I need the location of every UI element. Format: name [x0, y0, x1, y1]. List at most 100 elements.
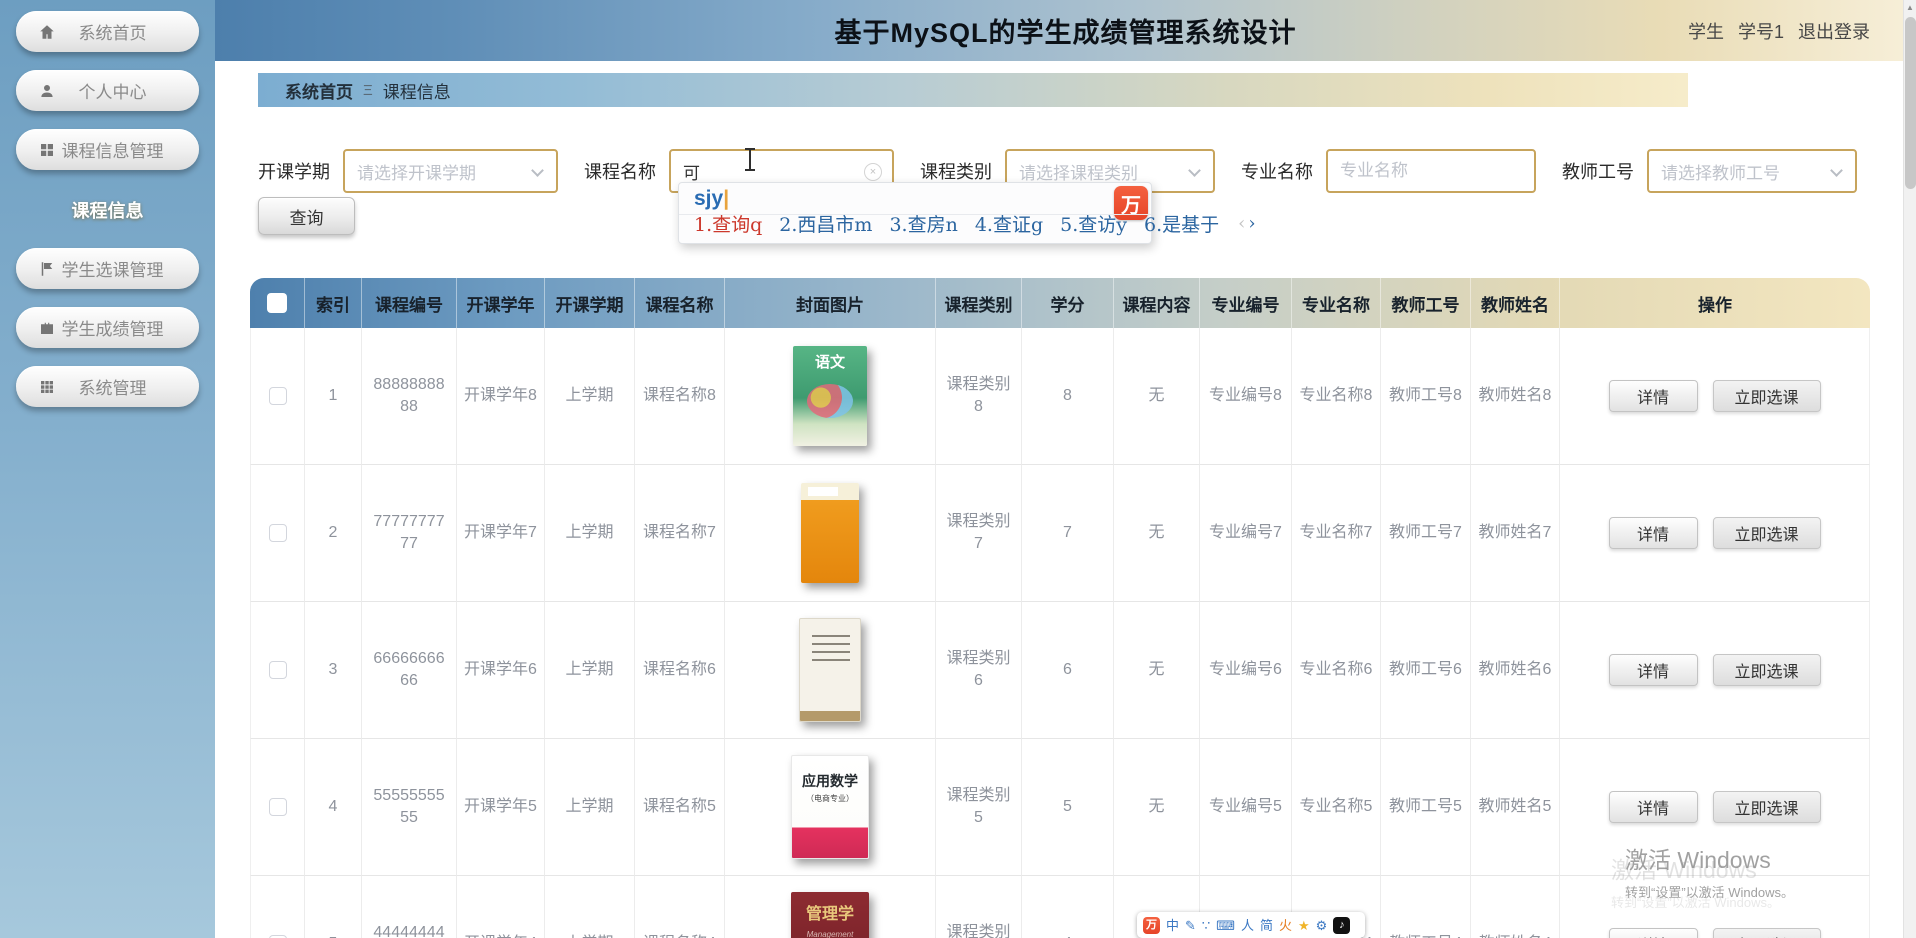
grid-icon [38, 141, 56, 159]
course-name-input[interactable] [683, 161, 880, 181]
detail-button[interactable]: 详情 [1608, 928, 1698, 938]
ime-settings-icon[interactable]: ⚙ [1316, 919, 1328, 932]
cell-content: 无 [1114, 465, 1200, 602]
detail-button[interactable]: 详情 [1608, 517, 1698, 549]
cell-credit: 7 [1022, 465, 1114, 602]
breadcrumb-home[interactable]: 系统首页 [285, 78, 353, 103]
breadcrumb: 系统首页 Ξ 课程信息 [258, 73, 1688, 107]
ime-hot-icon[interactable]: 火 [1279, 919, 1292, 932]
table-header-row: 索引 课程编号 开课学年 开课学期 课程名称 封面图片 课程类别 学分 课程内容… [250, 278, 1870, 328]
logout-link[interactable]: 退出登录 [1798, 18, 1870, 44]
enroll-button[interactable]: 立即选课 [1712, 380, 1821, 412]
cell-index: 4 [305, 739, 362, 876]
ime-candidate[interactable]: 6.是基于 [1144, 210, 1219, 237]
chevron-down-icon [1188, 164, 1201, 177]
breadcrumb-current: 课程信息 [382, 82, 451, 102]
sidebar-item-home[interactable]: 系统首页 [16, 11, 199, 52]
sidebar-item-enrollment-mgmt[interactable]: 学生选课管理 [16, 248, 199, 289]
cell-major-no: 专业编号8 [1200, 328, 1292, 465]
cell-year: 开课学年5 [457, 739, 545, 876]
ime-account-icon[interactable]: 人 [1241, 919, 1254, 932]
sidebar-item-system-mgmt[interactable]: 系统管理 [16, 366, 199, 407]
cell-index: 5 [305, 876, 362, 938]
sidebar-item-profile[interactable]: 个人中心 [16, 70, 199, 111]
ime-pen-icon[interactable]: ✎ [1185, 919, 1196, 932]
row-checkbox[interactable] [268, 524, 287, 542]
ime-keyboard-icon[interactable]: ⌨ [1216, 919, 1235, 932]
enroll-button[interactable]: 立即选课 [1712, 517, 1821, 549]
ime-next-icon[interactable]: › [1248, 213, 1255, 234]
course-table: 索引 课程编号 开课学年 开课学期 课程名称 封面图片 课程类别 学分 课程内容… [250, 278, 1870, 938]
semester-label: 开课学期 [258, 162, 330, 182]
chevron-down-icon [531, 164, 544, 177]
sidebar-item-grades-mgmt[interactable]: 学生成绩管理 [16, 307, 199, 348]
course-cover-image: 管理学 Management [791, 892, 869, 938]
cell-term: 上学期 [545, 602, 635, 739]
ime-caret: | [723, 187, 730, 210]
ime-brand-icon[interactable]: 万 [1143, 916, 1160, 934]
table-row: 2 7777777777 开课学年7 上学期 课程名称7 课程类别7 7 无 专… [250, 465, 1870, 602]
search-button[interactable]: 查询 [258, 197, 355, 235]
ime-composition: sjy| [694, 187, 730, 210]
ime-lang-icon[interactable]: 中 [1166, 919, 1179, 932]
sidebar-item-label: 系统管理 [78, 379, 147, 398]
ime-candidate[interactable]: 1.查询q [694, 210, 762, 237]
column-header: 封面图片 [725, 278, 936, 328]
scrollbar-thumb[interactable] [1905, 17, 1916, 189]
cell-teacher-name: 教师姓名8 [1471, 328, 1560, 465]
ime-favorite-icon[interactable]: ★ [1298, 919, 1310, 932]
scroll-up-icon[interactable]: ▲ [1904, 0, 1916, 16]
column-header: 教师姓名 [1471, 278, 1560, 328]
cell-major-no: 专业编号6 [1200, 602, 1292, 739]
cell-teacher-no: 教师工号6 [1381, 602, 1471, 739]
cell-content: 无 [1114, 739, 1200, 876]
major-input[interactable] [1340, 161, 1522, 181]
sidebar-item-course-mgmt[interactable]: 课程信息管理 [16, 129, 199, 170]
cell-year: 开课学年7 [457, 465, 545, 602]
cell-credit: 8 [1022, 328, 1114, 465]
select-all-checkbox[interactable] [267, 293, 287, 313]
cell-teacher-no: 教师工号8 [1381, 328, 1471, 465]
ime-candidate[interactable]: 3.查房n [889, 210, 957, 237]
user-icon [38, 82, 56, 100]
ime-candidate[interactable]: 4.查证g [975, 210, 1043, 237]
ime-candidate[interactable]: 2.西昌市m [779, 210, 872, 237]
cell-name: 课程名称7 [635, 465, 725, 602]
ime-voice-icon[interactable]: ∵ [1202, 919, 1210, 932]
chevron-down-icon [1830, 164, 1843, 177]
cell-course-no: 5555555555 [362, 739, 457, 876]
enroll-button[interactable]: 立即选课 [1712, 791, 1821, 823]
sidebar-item-course-info-active[interactable]: 课程信息 [0, 188, 215, 232]
table-row: 1 8888888888 开课学年8 上学期 课程名称8 语文 课程类别8 8 … [250, 328, 1870, 465]
row-checkbox[interactable] [268, 661, 287, 679]
teacher-select[interactable]: 请选择教师工号 [1647, 149, 1857, 193]
cell-teacher-no: 教师工号5 [1381, 739, 1471, 876]
enroll-button[interactable]: 立即选课 [1712, 654, 1821, 686]
cell-teacher-no: 教师工号4 [1381, 876, 1471, 938]
sidebar-item-label: 课程信息管理 [61, 142, 164, 161]
row-checkbox[interactable] [268, 798, 287, 816]
column-header: 索引 [305, 278, 362, 328]
detail-button[interactable]: 详情 [1608, 791, 1698, 823]
vertical-scrollbar[interactable]: ▲ [1903, 0, 1916, 938]
semester-placeholder: 请选择开课学期 [357, 163, 476, 183]
ime-candidate-list: 1.查询q 2.西昌市m 3.查房n 4.查证g 5.查访y 6.是基于 ‹ › [694, 210, 1256, 237]
column-header: 操作 [1698, 295, 1732, 315]
cell-credit: 5 [1022, 739, 1114, 876]
major-label: 专业名称 [1241, 162, 1313, 182]
ime-music-note-icon[interactable]: ♪ [1333, 916, 1351, 934]
enroll-button[interactable]: 立即选课 [1712, 928, 1821, 938]
cell-content: 无 [1114, 328, 1200, 465]
cell-major-no: 专业编号7 [1200, 465, 1292, 602]
detail-button[interactable]: 详情 [1608, 654, 1698, 686]
cell-index: 2 [305, 465, 362, 602]
column-header: 课程编号 [362, 278, 457, 328]
ime-simplified-icon[interactable]: 简 [1260, 919, 1273, 932]
row-checkbox[interactable] [268, 387, 287, 405]
cell-term: 上学期 [545, 739, 635, 876]
ime-prev-icon[interactable]: ‹ [1238, 213, 1245, 234]
clear-icon[interactable]: × [864, 163, 882, 181]
detail-button[interactable]: 详情 [1608, 380, 1698, 412]
ime-candidate[interactable]: 5.查访y [1060, 210, 1127, 237]
semester-select[interactable]: 请选择开课学期 [343, 149, 558, 193]
